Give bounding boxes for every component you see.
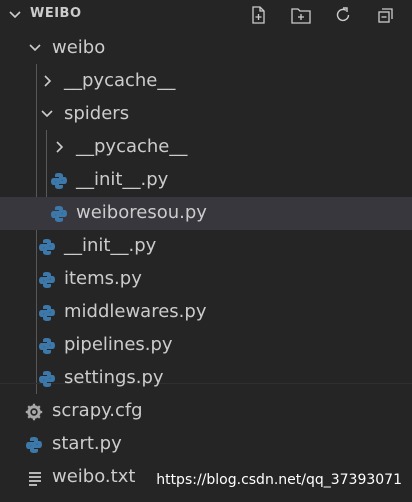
file-label: settings.py bbox=[64, 367, 164, 388]
file-label: middlewares.py bbox=[64, 301, 207, 322]
python-file-icon bbox=[39, 239, 55, 255]
watermark-text: https://blog.csdn.net/qq_37393071 bbox=[156, 472, 402, 488]
python-file-icon bbox=[39, 272, 55, 288]
chevron-right-icon bbox=[44, 75, 52, 87]
tree-item-file[interactable]: settings.py bbox=[0, 362, 412, 395]
file-label: pipelines.py bbox=[64, 334, 173, 355]
file-label: weiboresou.py bbox=[76, 202, 207, 223]
tree-item-file-selected[interactable]: weiboresou.py bbox=[0, 197, 412, 230]
explorer-title: WEIBO bbox=[30, 6, 82, 21]
tree-item-file[interactable]: __init__.py bbox=[0, 164, 412, 197]
tree-item-file[interactable]: pipelines.py bbox=[0, 329, 412, 362]
python-file-icon bbox=[26, 437, 42, 453]
folder-label: __pycache__ bbox=[64, 70, 176, 91]
file-label: __init__.py bbox=[76, 169, 169, 190]
python-file-icon bbox=[51, 206, 67, 222]
tree-item-file[interactable]: middlewares.py bbox=[0, 296, 412, 329]
chevron-right-icon bbox=[56, 141, 64, 153]
refresh-icon[interactable] bbox=[332, 4, 354, 26]
python-file-icon bbox=[39, 338, 55, 354]
file-label: items.py bbox=[64, 268, 142, 289]
new-file-icon[interactable] bbox=[248, 4, 270, 26]
tree-item-spiders-folder[interactable]: spiders bbox=[0, 98, 412, 131]
gear-icon bbox=[25, 403, 43, 421]
python-file-icon bbox=[39, 305, 55, 321]
tree-item-file[interactable]: __init__.py bbox=[0, 230, 412, 263]
tree-item-file[interactable]: items.py bbox=[0, 263, 412, 296]
tree-item-pycache-folder[interactable]: __pycache__ bbox=[0, 65, 412, 98]
file-label: __init__.py bbox=[64, 235, 157, 256]
text-file-icon bbox=[29, 472, 41, 486]
chevron-down-icon[interactable] bbox=[8, 8, 22, 22]
explorer-header: WEIBO bbox=[0, 0, 412, 32]
new-folder-icon[interactable] bbox=[290, 4, 312, 26]
chevron-down-icon bbox=[29, 44, 41, 52]
python-file-icon bbox=[51, 173, 67, 189]
python-file-icon bbox=[39, 371, 55, 387]
tree-item-pycache-folder[interactable]: __pycache__ bbox=[0, 131, 412, 164]
tree-item-file[interactable]: scrapy.cfg bbox=[0, 395, 412, 428]
file-label: scrapy.cfg bbox=[52, 400, 143, 421]
tree-item-file[interactable]: start.py bbox=[0, 428, 412, 461]
file-label: weibo.txt bbox=[52, 466, 136, 487]
folder-label: spiders bbox=[64, 103, 130, 124]
tree-item-weibo-folder[interactable]: weibo bbox=[0, 32, 412, 65]
file-label: start.py bbox=[52, 433, 122, 454]
folder-label: __pycache__ bbox=[76, 136, 188, 157]
chevron-down-icon bbox=[41, 110, 53, 118]
explorer-actions bbox=[248, 4, 396, 26]
folder-label: weibo bbox=[52, 37, 106, 58]
collapse-all-icon[interactable] bbox=[374, 4, 396, 26]
